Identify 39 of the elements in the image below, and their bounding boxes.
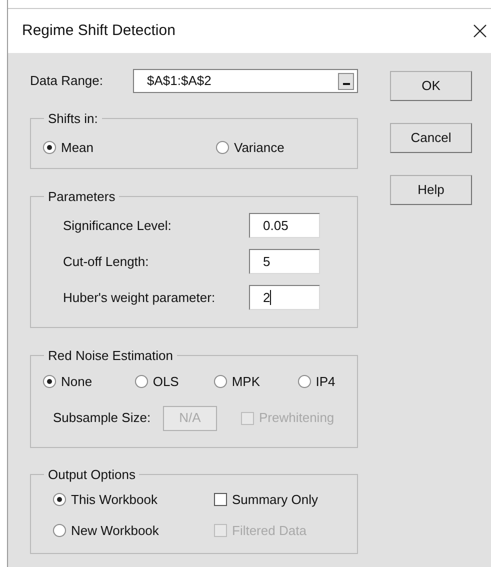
radio-label: Variance bbox=[234, 139, 284, 157]
dialog-button[interactable]: Help bbox=[390, 175, 472, 205]
field-label: Huber's weight parameter: bbox=[63, 288, 216, 307]
radio-button[interactable] bbox=[53, 524, 66, 537]
radio-label: Mean bbox=[61, 139, 94, 157]
dialog-button[interactable]: OK bbox=[390, 71, 472, 101]
input-field[interactable]: 5 bbox=[249, 249, 320, 274]
group-title: Output Options bbox=[47, 467, 136, 482]
group-title: Parameters bbox=[47, 189, 116, 204]
group-title: Red Noise Estimation bbox=[47, 348, 174, 363]
checkbox-label: Prewhitening bbox=[259, 409, 334, 428]
radio-label: New Workbook bbox=[71, 522, 159, 540]
radio-button[interactable] bbox=[214, 375, 227, 388]
radio-button[interactable] bbox=[216, 141, 229, 154]
group-title: Shifts in: bbox=[47, 111, 99, 126]
radio-button[interactable] bbox=[298, 375, 311, 388]
close-icon[interactable] bbox=[473, 24, 487, 38]
radio-label: IP4 bbox=[316, 373, 336, 391]
field-label: Cut-off Length: bbox=[63, 252, 150, 271]
dialog-button[interactable]: Cancel bbox=[390, 123, 472, 153]
field-label: Subsample Size: bbox=[53, 409, 152, 428]
checkbox-label: Filtered Data bbox=[232, 522, 306, 540]
radio-label: OLS bbox=[152, 373, 179, 391]
field-label: Significance Level: bbox=[63, 216, 172, 235]
input-field[interactable]: 2 bbox=[249, 285, 320, 310]
data-range-field[interactable]: $A$1:$A$2 bbox=[133, 69, 358, 93]
input-field[interactable]: 0.05 bbox=[249, 213, 320, 238]
field-label: Data Range: bbox=[30, 72, 104, 90]
radio-label: This Workbook bbox=[71, 491, 158, 509]
window-title: Regime Shift Detection bbox=[22, 20, 176, 41]
radio-button[interactable] bbox=[53, 493, 66, 506]
radio-button[interactable] bbox=[134, 375, 148, 388]
collapse-button[interactable] bbox=[338, 72, 354, 90]
radio-button[interactable] bbox=[43, 375, 56, 388]
radio-button[interactable] bbox=[43, 141, 56, 154]
radio-label: MPK bbox=[232, 373, 260, 391]
radio-label: None bbox=[61, 373, 92, 391]
checkbox[interactable] bbox=[214, 493, 227, 506]
checkbox-label: Summary Only bbox=[232, 491, 318, 509]
